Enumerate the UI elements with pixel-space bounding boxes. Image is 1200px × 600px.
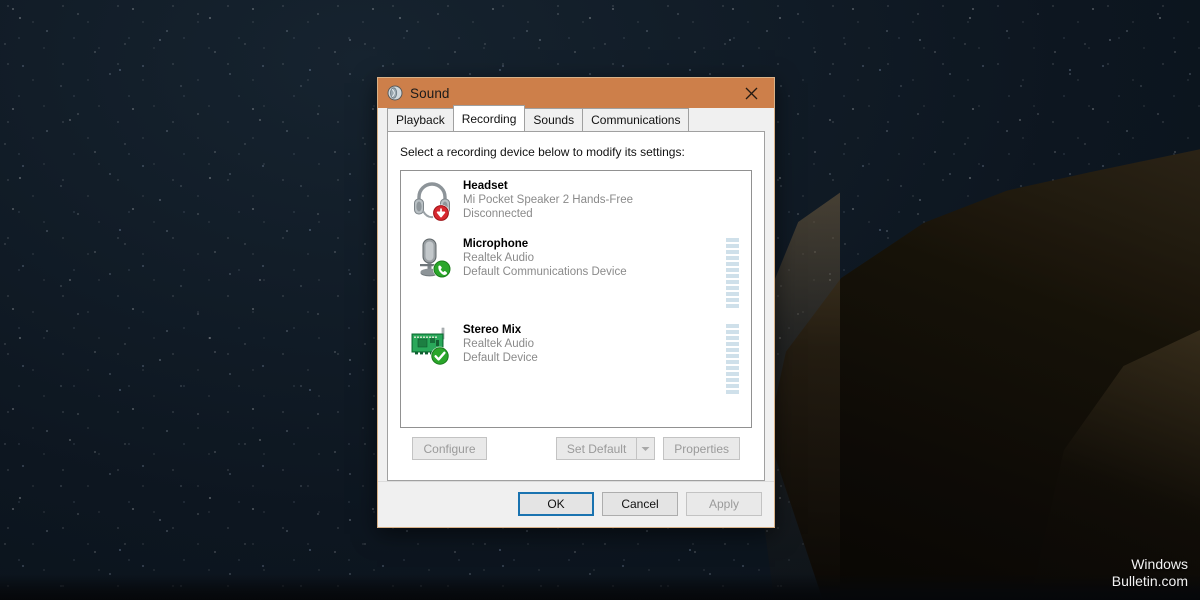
watermark-line-1: Windows (1131, 556, 1188, 572)
sound-speaker-icon (387, 85, 403, 101)
recording-tab-panel: Select a recording device below to modif… (387, 131, 765, 481)
device-driver: Realtek Audio (463, 338, 534, 350)
device-name: Microphone (463, 238, 529, 250)
panel-instruction-label: Select a recording device below to modif… (400, 145, 685, 159)
device-name: Stereo Mix (463, 324, 522, 336)
set-default-split-button[interactable]: Set Default (555, 437, 656, 460)
device-driver: Realtek Audio (463, 252, 534, 264)
dialog-titlebar[interactable]: Sound (378, 78, 774, 108)
sound-dialog-window: Sound Playback Recording Sounds Communic… (377, 77, 775, 528)
tab-strip: Playback Recording Sounds Communications (378, 105, 774, 131)
tab-playback[interactable]: Playback (387, 108, 454, 131)
tab-communications[interactable]: Communications (582, 108, 690, 131)
list-item[interactable]: Headset Mi Pocket Speaker 2 Hands-Free D… (401, 171, 751, 229)
device-status: Default Communications Device (463, 266, 627, 278)
volume-meter (726, 324, 739, 394)
dialog-footer: OK Cancel Apply (378, 481, 774, 527)
tab-sounds[interactable]: Sounds (524, 108, 584, 131)
list-item[interactable]: Stereo Mix Realtek Audio Default Device (401, 315, 751, 401)
headset-icon (409, 178, 457, 222)
volume-meter (726, 238, 739, 308)
set-default-button[interactable]: Set Default (555, 437, 637, 460)
ok-button[interactable]: OK (518, 492, 594, 516)
device-status: Disconnected (463, 208, 533, 220)
sound-card-icon (409, 322, 457, 366)
device-info: Microphone Realtek Audio Default Communi… (463, 236, 722, 279)
recording-device-list[interactable]: Headset Mi Pocket Speaker 2 Hands-Free D… (400, 170, 752, 428)
list-item[interactable]: Microphone Realtek Audio Default Communi… (401, 229, 751, 315)
desktop-background: Windows Bulletin.com Sound Playback Reco… (0, 0, 1200, 600)
cancel-button[interactable]: Cancel (602, 492, 678, 516)
dialog-title: Sound (410, 85, 450, 101)
device-name: Headset (463, 180, 508, 192)
apply-button[interactable]: Apply (686, 492, 762, 516)
device-info: Headset Mi Pocket Speaker 2 Hands-Free D… (463, 178, 745, 221)
device-status: Default Device (463, 352, 538, 364)
watermark: Windows Bulletin.com (1112, 556, 1188, 590)
tab-recording[interactable]: Recording (452, 105, 526, 131)
watermark-line-2: Bulletin.com (1111, 573, 1188, 589)
configure-button[interactable]: Configure (412, 437, 487, 460)
microphone-icon (409, 236, 457, 280)
close-icon[interactable] (729, 78, 774, 108)
device-info: Stereo Mix Realtek Audio Default Device (463, 322, 722, 365)
ground-shadow (0, 574, 1200, 600)
device-action-button-row: Configure Set Default Properties (400, 428, 752, 470)
chevron-down-icon[interactable] (636, 437, 656, 460)
device-driver: Mi Pocket Speaker 2 Hands-Free (463, 194, 634, 206)
properties-button[interactable]: Properties (663, 437, 740, 460)
